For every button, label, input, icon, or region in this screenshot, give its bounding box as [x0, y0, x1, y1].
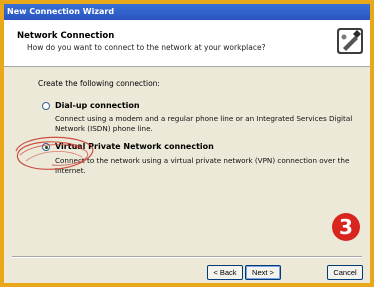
- vpn-option-description: Connect to the network using a virtual p…: [55, 156, 350, 175]
- dialup-option-label[interactable]: Dial-up connection: [55, 101, 140, 110]
- dialup-radio[interactable]: [42, 102, 50, 110]
- cancel-button[interactable]: Cancel: [327, 265, 363, 280]
- next-button[interactable]: Next >: [245, 265, 281, 280]
- dialup-option-description: Connect using a modem and a regular phon…: [55, 114, 353, 133]
- window-title: New Connection Wizard: [4, 4, 370, 20]
- button-divider: [12, 256, 362, 258]
- back-button[interactable]: < Back: [207, 265, 243, 280]
- step-number-badge: 3: [332, 213, 360, 241]
- wizard-window: New Connection Wizard Network Connection…: [4, 4, 370, 283]
- header-subtitle: How do you want to connect to the networ…: [27, 43, 266, 52]
- wizard-content: Create the following connection: Dial-up…: [4, 67, 370, 252]
- highlight-scribble: [15, 136, 94, 170]
- connection-prompt: Create the following connection:: [38, 79, 160, 88]
- header-title: Network Connection: [17, 31, 115, 41]
- network-wizard-icon: [337, 28, 363, 54]
- wizard-header: Network Connection How do you want to co…: [4, 20, 370, 67]
